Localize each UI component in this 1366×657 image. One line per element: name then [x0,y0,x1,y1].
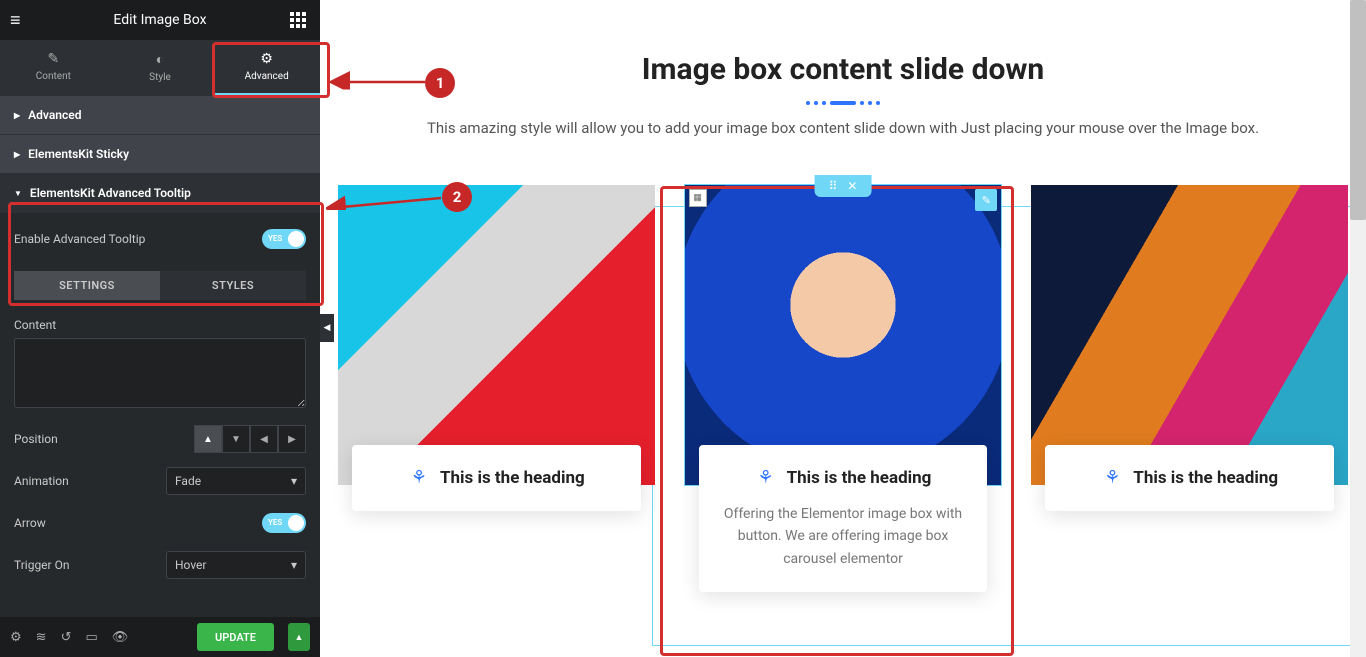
menu-icon[interactable]: ≡ [10,10,30,31]
content-label: Content [14,318,306,332]
tab-style[interactable]: ◐ Style [107,40,214,96]
arrow-label: Arrow [14,516,46,530]
section-tooltip-label: ElementsKit Advanced Tooltip [30,186,191,200]
position-buttons: ▲ ▼ ◀ ▶ [194,425,306,453]
card-caption: ⚘ This is the heading Offering the Elemen… [699,445,988,592]
tooltip-panel: Enable Advanced Tooltip YES SETTINGS STY… [0,213,320,591]
annotation-callout-1: 1 [425,68,455,98]
image-box-1[interactable]: ⚘ This is the heading [338,185,655,592]
sidebar-header: ≡ Edit Image Box [0,0,320,40]
scrollbar[interactable] [1350,0,1366,657]
edit-pencil-icon[interactable]: ✎ [975,189,997,211]
trigger-label: Trigger On [14,558,69,572]
cards-row: ⚘This is the heading ⠿✕ ▦ ✎ ⚘This is the… [320,149,1366,628]
section-sticky-label: ElementsKit Sticky [28,147,129,161]
chevron-down-icon: ▾ [291,558,297,572]
responsive-icon[interactable]: ▭ [85,630,97,645]
update-options[interactable]: ▲ [288,623,310,651]
position-top[interactable]: ▲ [194,425,222,453]
subtab-settings[interactable]: SETTINGS [14,271,160,300]
position-bottom[interactable]: ▼ [222,425,250,453]
drag-icon[interactable]: ⠿ [829,179,838,193]
gear-icon: ⚙ [260,51,273,67]
annotation-arrow-1 [330,70,430,90]
editor-sidebar: ≡ Edit Image Box ✎ Content ◐ Style ⚙ Advanc… [0,0,320,657]
tab-advanced[interactable]: ⚙ Advanced [213,40,320,96]
hero-title: Image box content slide down [360,52,1326,87]
trigger-value: Hover [175,558,206,572]
sidebar-footer: ⚙ ≋ ↺ ▭ 👁 UPDATE ▲ [0,617,320,657]
canvas: Image box content slide down This amazin… [320,0,1366,657]
tooltip-content-input[interactable] [14,338,306,408]
people-icon: ⚘ [408,467,430,489]
tab-style-label: Style [149,72,171,83]
image-box-2-selected[interactable]: ⠿✕ ▦ ✎ ⚘This is the heading Offering the… [685,185,1002,592]
widget-handle[interactable]: ⠿✕ [815,175,872,197]
corner-handle[interactable]: ▦ [689,189,707,207]
pencil-icon: ✎ [47,51,59,67]
widgets-grid-icon[interactable] [290,12,310,28]
update-button[interactable]: UPDATE [197,623,274,651]
toggle-yes-text: YES [268,234,282,243]
hero-subtitle: This amazing style will allow you to add… [360,119,1326,137]
update-label: UPDATE [215,631,256,644]
tab-content[interactable]: ✎ Content [0,40,107,96]
card-heading: This is the heading [787,468,932,488]
navigator-icon[interactable]: ≋ [36,630,47,645]
caret-right-icon: ▶ [14,150,20,159]
divider-dots [360,101,1326,105]
settings-icon[interactable]: ⚙ [10,630,22,645]
image-box-3[interactable]: ⚘ This is the heading [1031,185,1348,592]
toggle-yes-text: YES [268,518,282,527]
annotation-callout-2: 2 [442,182,472,212]
card-image [1031,185,1348,485]
scrollbar-thumb[interactable] [1350,0,1366,220]
card-caption: ⚘ This is the heading [352,445,641,511]
animation-select[interactable]: Fade ▾ [166,467,306,495]
subtab-styles[interactable]: STYLES [160,271,306,300]
close-icon[interactable]: ✕ [847,179,857,193]
enable-tooltip-label: Enable Advanced Tooltip [14,232,145,246]
caret-down-icon: ▼ [14,189,22,198]
people-icon: ⚘ [1101,467,1123,489]
caret-right-icon: ▶ [14,111,20,120]
tab-advanced-label: Advanced [245,71,289,82]
card-image [685,185,1002,485]
section-sticky[interactable]: ▶ ElementsKit Sticky [0,135,320,174]
hero-section: Image box content slide down This amazin… [320,40,1366,149]
animation-label: Animation [14,474,69,488]
section-tooltip[interactable]: ▼ ElementsKit Advanced Tooltip [0,174,320,213]
card-heading: This is the heading [1133,468,1278,488]
animation-value: Fade [175,474,201,488]
people-icon: ⚘ [755,467,777,489]
card-image [338,185,655,485]
contrast-icon: ◐ [156,51,164,68]
position-right[interactable]: ▶ [278,425,306,453]
history-icon[interactable]: ↺ [61,630,72,645]
annotation-arrow-2 [326,190,446,210]
position-label: Position [14,432,58,446]
chevron-down-icon: ▾ [291,474,297,488]
arrow-toggle[interactable]: YES [262,513,306,533]
position-left[interactable]: ◀ [250,425,278,453]
tab-content-label: Content [36,71,71,82]
section-advanced-label: Advanced [28,108,81,122]
panel-title: Edit Image Box [113,12,206,28]
card-body: Offering the Elementor image box with bu… [717,503,970,570]
card-caption: ⚘ This is the heading [1045,445,1334,511]
trigger-select[interactable]: Hover ▾ [166,551,306,579]
card-heading: This is the heading [440,468,585,488]
enable-tooltip-toggle[interactable]: YES [262,229,306,249]
editor-tabs: ✎ Content ◐ Style ⚙ Advanced [0,40,320,96]
section-advanced[interactable]: ▶ Advanced [0,96,320,135]
preview-icon[interactable]: 👁 [112,630,129,645]
